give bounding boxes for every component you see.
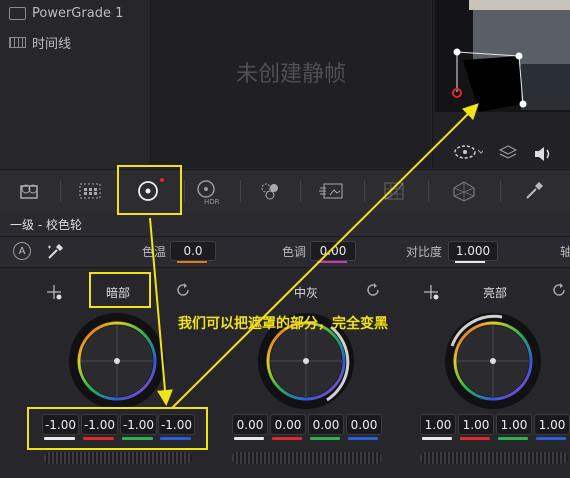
annotation-arrows xyxy=(149,103,479,409)
annotation-text: 我们可以把遮罩的部分，完全变黑 xyxy=(178,316,388,332)
